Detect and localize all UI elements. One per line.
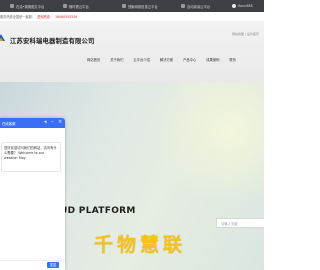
hero-platform-text: UD PLATFORM xyxy=(60,206,136,216)
page-root: 石油•钢管图文平台 随时看云平台 慧聚网络信息云平台 自动阅读云平台 ifonn… xyxy=(0,0,264,270)
minimize-icon[interactable]: – xyxy=(51,120,54,125)
chat-title: 在线客服 xyxy=(2,121,16,126)
header-links[interactable]: 网站地图 | 设为首页 xyxy=(232,32,259,36)
topbar-item-0[interactable]: 石油•钢管图文平台 xyxy=(10,0,44,12)
hero-slogan-char: 千 xyxy=(94,234,114,256)
chat-message: 您好欢迎访问我们的网站，请问有什么需要？ Welcome to our webs… xyxy=(1,142,61,172)
topbar-item-label: 随时看云平台 xyxy=(69,4,89,9)
topbar-item-label: 石油•钢管图文平台 xyxy=(16,4,45,9)
building-icon xyxy=(10,4,14,8)
close-icon[interactable]: × xyxy=(58,120,62,125)
company-logo-icon xyxy=(0,34,5,41)
topbar-item-2[interactable]: 慧聚网络信息云平台 xyxy=(122,0,158,12)
nav-item-home[interactable]: 网站首页 xyxy=(84,57,103,64)
site-header: 江苏安科瑞电器制造有限公司 网站地图 | 设为首页 网站首页 关于我们 云平台介… xyxy=(0,21,264,82)
topbar-item-3[interactable]: 自动阅读云平台 xyxy=(181,0,210,12)
topbar-item-4[interactable]: ifonn888 xyxy=(232,0,253,12)
hero-slogan-char: 联 xyxy=(163,234,183,256)
cloud-icon xyxy=(63,4,67,8)
topbar-item-label: 自动阅读云平台 xyxy=(187,4,211,9)
company-name[interactable]: 江苏安科瑞电器制造有限公司 xyxy=(10,36,94,45)
main-nav: 网站首页 关于我们 云平台介绍 解决方案 产品中心 成果案例 联系 xyxy=(84,57,243,64)
top-bar: 石油•钢管图文平台 随时看云平台 慧聚网络信息云平台 自动阅读云平台 ifonn… xyxy=(0,0,264,12)
book-icon xyxy=(181,4,185,8)
hero-slogan-char: 物 xyxy=(117,234,137,256)
info-icon xyxy=(122,4,126,8)
hero-slogan: 千 物 慧 联 xyxy=(94,234,186,256)
chat-widget: 在线客服 ◂ – × 您好欢迎访问我们的网站，请问有什么需要？ Welcome … xyxy=(0,118,65,270)
contact-strip: 服务热线全国统一客服： 咨询热线： 18060555259 xyxy=(0,12,264,21)
topbar-item-label: 慧聚网络信息云平台 xyxy=(128,4,158,9)
nav-item-products[interactable]: 产品中心 xyxy=(180,57,199,64)
hero-light-glow xyxy=(150,82,264,202)
nav-item-solutions[interactable]: 解决方案 xyxy=(157,57,176,64)
search-placeholder: 请输入关键 xyxy=(221,221,238,226)
contact-prefix: 服务热线全国统一客服： xyxy=(0,15,36,19)
hotline-number[interactable]: 18060555259 xyxy=(55,15,77,19)
nav-item-about[interactable]: 关于我们 xyxy=(107,57,126,64)
send-button[interactable]: 发送 xyxy=(47,262,59,268)
hero-slogan-char: 慧 xyxy=(140,234,160,256)
user-icon xyxy=(232,4,236,8)
topbar-item-label: ifonn888 xyxy=(238,4,253,8)
nav-item-contact[interactable]: 联系 xyxy=(226,57,239,64)
nav-item-cases[interactable]: 成果案例 xyxy=(203,57,222,64)
sound-icon[interactable]: ◂ xyxy=(44,120,47,125)
search-input[interactable]: 请输入关键 xyxy=(216,218,264,228)
nav-item-cloud[interactable]: 云平台介绍 xyxy=(130,57,152,64)
topbar-item-1[interactable]: 随时看云平台 xyxy=(63,0,89,12)
chat-header: 在线客服 ◂ – × xyxy=(0,118,65,128)
hotline-label: 咨询热线： xyxy=(37,15,53,19)
